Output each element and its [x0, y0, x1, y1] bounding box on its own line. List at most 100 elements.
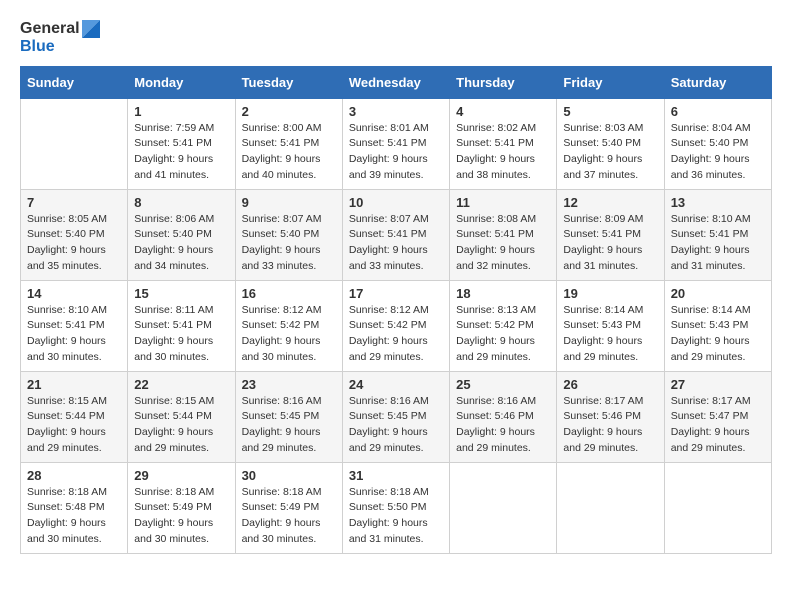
- calendar-cell: 26Sunrise: 8:17 AMSunset: 5:46 PMDayligh…: [557, 371, 664, 462]
- calendar-cell: 14 Sunrise: 8:10 AMSunset: 5:41 PMDayligh…: [21, 280, 128, 371]
- logo-general: General: [20, 20, 80, 38]
- day-info: Sunrise: 8:16 AMSunset: 5:45 PMDaylight:…: [349, 394, 443, 457]
- calendar-cell: 29 Sunrise: 8:18 AMSunset: 5:49 PMDayligh…: [128, 462, 235, 553]
- logo: General Blue: [20, 20, 100, 56]
- day-info: Sunrise: 8:07 AMSunset: 5:41 PMDaylight:…: [349, 212, 443, 275]
- day-number: 19: [563, 286, 657, 301]
- day-number: 8: [134, 195, 228, 210]
- week-row-3: 21 Sunrise: 8:15 AMSunset: 5:44 PMDayligh…: [21, 371, 772, 462]
- day-info: Sunrise: 8:18 AMSunset: 5:49 PMDaylight:…: [134, 485, 228, 548]
- day-info: Sunrise: 8:13 AMSunset: 5:42 PMDaylight:…: [456, 303, 550, 366]
- week-row-4: 28 Sunrise: 8:18 AMSunset: 5:48 PMDayligh…: [21, 462, 772, 553]
- calendar-cell: 5 Sunrise: 8:03 AMSunset: 5:40 PMDaylight…: [557, 98, 664, 189]
- calendar-cell: 15Sunrise: 8:11 AMSunset: 5:41 PMDayligh…: [128, 280, 235, 371]
- day-number: 23: [242, 377, 336, 392]
- day-info: Sunrise: 8:18 AMSunset: 5:50 PMDaylight:…: [349, 485, 443, 548]
- day-number: 30: [242, 468, 336, 483]
- calendar-cell: 18 Sunrise: 8:13 AMSunset: 5:42 PMDayligh…: [450, 280, 557, 371]
- day-info: Sunrise: 8:08 AMSunset: 5:41 PMDaylight:…: [456, 212, 550, 275]
- week-row-1: 7 Sunrise: 8:05 AMSunset: 5:40 PMDaylight…: [21, 189, 772, 280]
- day-number: 15: [134, 286, 228, 301]
- day-info: Sunrise: 7:59 AMSunset: 5:41 PMDaylight:…: [134, 121, 228, 184]
- calendar-cell: 1 Sunrise: 7:59 AMSunset: 5:41 PMDaylight…: [128, 98, 235, 189]
- day-header-tuesday: Tuesday: [235, 66, 342, 98]
- day-info: Sunrise: 8:09 AMSunset: 5:41 PMDaylight:…: [563, 212, 657, 275]
- day-number: 1: [134, 104, 228, 119]
- calendar-cell: 23Sunrise: 8:16 AMSunset: 5:45 PMDayligh…: [235, 371, 342, 462]
- day-number: 5: [563, 104, 657, 119]
- calendar-cell: 28 Sunrise: 8:18 AMSunset: 5:48 PMDayligh…: [21, 462, 128, 553]
- calendar-cell: 6 Sunrise: 8:04 AMSunset: 5:40 PMDaylight…: [664, 98, 771, 189]
- calendar-cell: 9Sunrise: 8:07 AMSunset: 5:40 PMDaylight…: [235, 189, 342, 280]
- day-info: Sunrise: 8:12 AMSunset: 5:42 PMDaylight:…: [242, 303, 336, 366]
- day-info: Sunrise: 8:04 AMSunset: 5:40 PMDaylight:…: [671, 121, 765, 184]
- day-info: Sunrise: 8:10 AMSunset: 5:41 PMDaylight:…: [671, 212, 765, 275]
- day-header-thursday: Thursday: [450, 66, 557, 98]
- day-number: 7: [27, 195, 121, 210]
- day-header-monday: Monday: [128, 66, 235, 98]
- day-number: 22: [134, 377, 228, 392]
- calendar-cell: 2 Sunrise: 8:00 AMSunset: 5:41 PMDaylight…: [235, 98, 342, 189]
- day-number: 13: [671, 195, 765, 210]
- calendar-cell: 22 Sunrise: 8:15 AMSunset: 5:44 PMDayligh…: [128, 371, 235, 462]
- week-row-0: 1 Sunrise: 7:59 AMSunset: 5:41 PMDaylight…: [21, 98, 772, 189]
- day-info: Sunrise: 8:06 AMSunset: 5:40 PMDaylight:…: [134, 212, 228, 275]
- calendar-body: 1 Sunrise: 7:59 AMSunset: 5:41 PMDaylight…: [21, 98, 772, 553]
- day-number: 20: [671, 286, 765, 301]
- calendar-cell: [664, 462, 771, 553]
- day-number: 29: [134, 468, 228, 483]
- calendar-cell: 17Sunrise: 8:12 AMSunset: 5:42 PMDayligh…: [342, 280, 449, 371]
- calendar-cell: 8 Sunrise: 8:06 AMSunset: 5:40 PMDaylight…: [128, 189, 235, 280]
- header: General Blue: [20, 20, 772, 56]
- day-info: Sunrise: 8:01 AMSunset: 5:41 PMDaylight:…: [349, 121, 443, 184]
- calendar-cell: 30Sunrise: 8:18 AMSunset: 5:49 PMDayligh…: [235, 462, 342, 553]
- day-info: Sunrise: 8:18 AMSunset: 5:48 PMDaylight:…: [27, 485, 121, 548]
- day-info: Sunrise: 8:14 AMSunset: 5:43 PMDaylight:…: [671, 303, 765, 366]
- logo-graphic: General Blue: [20, 20, 100, 56]
- day-number: 25: [456, 377, 550, 392]
- day-number: 21: [27, 377, 121, 392]
- calendar-cell: 4Sunrise: 8:02 AMSunset: 5:41 PMDaylight…: [450, 98, 557, 189]
- day-number: 16: [242, 286, 336, 301]
- calendar-cell: 3 Sunrise: 8:01 AMSunset: 5:41 PMDaylight…: [342, 98, 449, 189]
- calendar-cell: 13 Sunrise: 8:10 AMSunset: 5:41 PMDayligh…: [664, 189, 771, 280]
- day-info: Sunrise: 8:15 AMSunset: 5:44 PMDaylight:…: [134, 394, 228, 457]
- day-info: Sunrise: 8:17 AMSunset: 5:47 PMDaylight:…: [671, 394, 765, 457]
- day-number: 10: [349, 195, 443, 210]
- day-info: Sunrise: 8:14 AMSunset: 5:43 PMDaylight:…: [563, 303, 657, 366]
- day-number: 28: [27, 468, 121, 483]
- day-number: 12: [563, 195, 657, 210]
- calendar-table: SundayMondayTuesdayWednesdayThursdayFrid…: [20, 66, 772, 554]
- day-number: 3: [349, 104, 443, 119]
- day-number: 17: [349, 286, 443, 301]
- calendar-cell: 24Sunrise: 8:16 AMSunset: 5:45 PMDayligh…: [342, 371, 449, 462]
- day-info: Sunrise: 8:02 AMSunset: 5:41 PMDaylight:…: [456, 121, 550, 184]
- day-header-saturday: Saturday: [664, 66, 771, 98]
- day-header-wednesday: Wednesday: [342, 66, 449, 98]
- calendar-cell: 16 Sunrise: 8:12 AMSunset: 5:42 PMDayligh…: [235, 280, 342, 371]
- day-number: 14: [27, 286, 121, 301]
- day-info: Sunrise: 8:17 AMSunset: 5:46 PMDaylight:…: [563, 394, 657, 457]
- calendar-cell: 21 Sunrise: 8:15 AMSunset: 5:44 PMDayligh…: [21, 371, 128, 462]
- day-info: Sunrise: 8:05 AMSunset: 5:40 PMDaylight:…: [27, 212, 121, 275]
- day-number: 9: [242, 195, 336, 210]
- day-number: 2: [242, 104, 336, 119]
- calendar-cell: 25 Sunrise: 8:16 AMSunset: 5:46 PMDayligh…: [450, 371, 557, 462]
- day-number: 18: [456, 286, 550, 301]
- day-number: 31: [349, 468, 443, 483]
- day-header-friday: Friday: [557, 66, 664, 98]
- day-info: Sunrise: 8:10 AMSunset: 5:41 PMDaylight:…: [27, 303, 121, 366]
- day-info: Sunrise: 8:16 AMSunset: 5:46 PMDaylight:…: [456, 394, 550, 457]
- calendar-cell: [450, 462, 557, 553]
- week-row-2: 14 Sunrise: 8:10 AMSunset: 5:41 PMDayligh…: [21, 280, 772, 371]
- day-info: Sunrise: 8:15 AMSunset: 5:44 PMDaylight:…: [27, 394, 121, 457]
- calendar-cell: 12 Sunrise: 8:09 AMSunset: 5:41 PMDayligh…: [557, 189, 664, 280]
- day-info: Sunrise: 8:00 AMSunset: 5:41 PMDaylight:…: [242, 121, 336, 184]
- day-number: 11: [456, 195, 550, 210]
- calendar-cell: 11 Sunrise: 8:08 AMSunset: 5:41 PMDayligh…: [450, 189, 557, 280]
- day-number: 6: [671, 104, 765, 119]
- calendar-cell: 10 Sunrise: 8:07 AMSunset: 5:41 PMDayligh…: [342, 189, 449, 280]
- calendar-cell: [557, 462, 664, 553]
- day-info: Sunrise: 8:03 AMSunset: 5:40 PMDaylight:…: [563, 121, 657, 184]
- calendar-cell: 7 Sunrise: 8:05 AMSunset: 5:40 PMDaylight…: [21, 189, 128, 280]
